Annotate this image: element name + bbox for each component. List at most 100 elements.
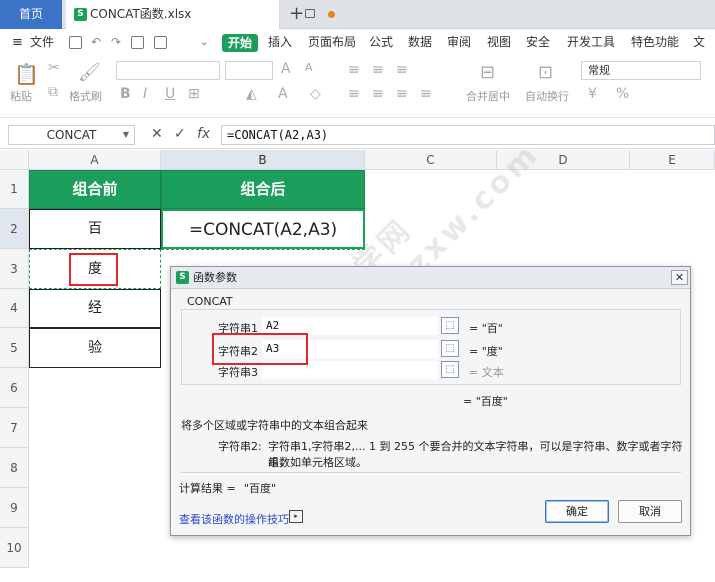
col-header-d[interactable]: D: [497, 150, 630, 170]
format-painter-icon[interactable]: 🖌: [78, 62, 101, 83]
ok-button[interactable]: 确定: [545, 500, 609, 523]
row-header-2[interactable]: 2: [0, 209, 29, 249]
cell-a2[interactable]: 百: [29, 209, 161, 249]
cell-a5[interactable]: 验: [29, 328, 161, 368]
col-header-c[interactable]: C: [365, 150, 497, 170]
function-name: CONCAT: [187, 295, 233, 308]
range-select-icon[interactable]: ⬚: [441, 317, 459, 334]
menu-insert[interactable]: 插入: [268, 29, 292, 56]
spreadsheet-icon: S: [176, 271, 189, 284]
row-header-10[interactable]: 10: [0, 528, 29, 568]
new-tab-plus-icon[interactable]: +: [289, 2, 304, 26]
menu-security[interactable]: 安全: [526, 29, 550, 56]
function-arguments-dialog: S 函数参数 ✕ CONCAT 字符串1 A2 ⬚ = "百" 字符串2 A3 …: [170, 266, 691, 536]
align-bottom-icon[interactable]: ≡: [396, 62, 408, 78]
font-grow-icon[interactable]: A: [281, 61, 291, 77]
fill-color-icon[interactable]: ◭: [246, 86, 257, 102]
function-description: 将多个区域或字符串中的文本组合起来: [181, 419, 368, 432]
video-icon[interactable]: ▸: [289, 510, 303, 523]
merge-label[interactable]: 合并居中: [466, 88, 510, 104]
param-name: 字符串2:: [218, 440, 262, 453]
copy-icon[interactable]: ⧉: [48, 84, 58, 100]
cancel-button[interactable]: 取消: [618, 500, 682, 523]
font-size-select[interactable]: [225, 61, 273, 80]
cancel-x-icon[interactable]: ✕: [151, 125, 163, 143]
divider: [181, 472, 681, 473]
paste-label[interactable]: 粘贴: [10, 88, 32, 104]
menu-docs[interactable]: 文档: [693, 29, 715, 76]
marching-ants-border: [161, 249, 365, 250]
save-icon[interactable]: [69, 36, 82, 49]
italic-icon[interactable]: I: [143, 86, 147, 102]
percent-icon[interactable]: %: [616, 86, 629, 102]
align-left-icon[interactable]: ≡: [348, 86, 360, 102]
fx-icon[interactable]: fx: [197, 125, 210, 143]
merge-icon[interactable]: ⊟: [480, 62, 495, 83]
preview-icon[interactable]: [154, 36, 167, 49]
bold-icon[interactable]: B: [120, 86, 131, 102]
menu-home[interactable]: 开始: [222, 34, 259, 52]
redo-icon[interactable]: ↷: [111, 29, 121, 56]
calc-result-label: 计算结果 =: [179, 482, 236, 495]
cell-b2[interactable]: =CONCAT(A2,A3): [161, 209, 365, 249]
range-select-icon[interactable]: ⬚: [441, 340, 459, 357]
row-header-6[interactable]: 6: [0, 368, 29, 408]
font-shrink-icon[interactable]: A: [305, 61, 313, 74]
row-header-9[interactable]: 9: [0, 488, 29, 528]
row-header-3[interactable]: 3: [0, 249, 29, 289]
cell-a1[interactable]: 组合前: [29, 170, 161, 209]
select-all-corner[interactable]: [0, 150, 29, 170]
row-header-5[interactable]: 5: [0, 328, 29, 368]
row-header-8[interactable]: 8: [0, 448, 29, 488]
close-icon[interactable]: ✕: [671, 270, 688, 285]
menu-data[interactable]: 数据: [408, 29, 432, 56]
align-middle-icon[interactable]: ≡: [372, 62, 384, 78]
col-header-a[interactable]: A: [29, 150, 161, 170]
tab-home[interactable]: 首页: [0, 0, 62, 29]
wrap-label[interactable]: 自动换行: [525, 88, 569, 104]
tab-document[interactable]: S CONCAT函数.xlsx: [66, 0, 335, 29]
help-link[interactable]: 查看该函数的操作技巧: [179, 511, 289, 527]
cell-a4[interactable]: 经: [29, 289, 161, 328]
cell-b1[interactable]: 组合后: [161, 170, 365, 209]
undo-icon[interactable]: ↶: [91, 29, 101, 56]
menu-special[interactable]: 特色功能: [631, 29, 679, 56]
chevron-down-icon[interactable]: ▼: [123, 126, 129, 144]
col-header-e[interactable]: E: [630, 150, 715, 170]
monitor-icon[interactable]: [305, 9, 315, 18]
range-select-icon[interactable]: ⬚: [441, 361, 459, 378]
currency-icon[interactable]: ¥: [588, 86, 597, 102]
print-icon[interactable]: [131, 36, 144, 49]
cut-icon[interactable]: ✂: [48, 60, 60, 76]
align-top-icon[interactable]: ≡: [348, 62, 360, 78]
wrap-icon[interactable]: ⊡: [538, 62, 553, 83]
align-center-icon[interactable]: ≡: [372, 86, 384, 102]
menu-file[interactable]: 文件: [30, 29, 54, 56]
number-format-select[interactable]: 常规: [581, 61, 701, 80]
font-color-icon[interactable]: A: [278, 86, 288, 102]
row-header-7[interactable]: 7: [0, 408, 29, 448]
col-header-b[interactable]: B: [161, 150, 365, 170]
align-right-icon[interactable]: ≡: [396, 86, 408, 102]
row-header-1[interactable]: 1: [0, 170, 29, 209]
underline-icon[interactable]: U: [165, 86, 175, 102]
dialog-titlebar[interactable]: S 函数参数 ✕: [171, 267, 690, 289]
confirm-check-icon[interactable]: ✓: [174, 125, 186, 143]
dialog-title: 函数参数: [193, 271, 237, 284]
menu-developer[interactable]: 开发工具: [567, 29, 615, 56]
paste-icon[interactable]: 📋: [14, 62, 39, 86]
menu-review[interactable]: 审阅: [447, 29, 471, 56]
border-icon[interactable]: ⊞: [188, 86, 200, 102]
hamburger-icon[interactable]: ≡: [12, 29, 23, 56]
format-painter-label[interactable]: 格式刷: [69, 88, 102, 104]
name-box[interactable]: CONCAT ▼: [8, 125, 135, 145]
menu-view[interactable]: 视图: [487, 29, 511, 56]
justify-icon[interactable]: ≡: [420, 86, 432, 102]
menu-page-layout[interactable]: 页面布局: [308, 29, 356, 56]
row-header-4[interactable]: 4: [0, 289, 29, 328]
clear-icon[interactable]: ◇: [310, 86, 321, 102]
formula-input[interactable]: =CONCAT(A2,A3): [221, 125, 715, 145]
font-name-select[interactable]: [116, 61, 220, 80]
menu-formulas[interactable]: 公式: [369, 29, 393, 56]
chevron-down-icon[interactable]: ⌄: [200, 29, 208, 56]
